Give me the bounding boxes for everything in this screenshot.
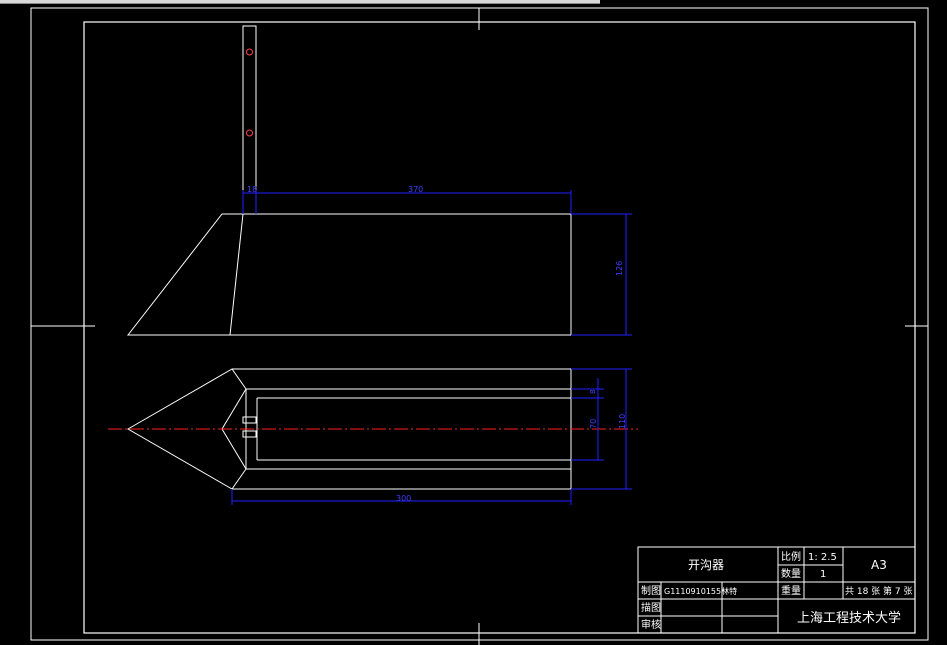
dim-outer-width: 110: [618, 414, 627, 429]
tb-weight-label: 重量: [781, 584, 801, 597]
tb-drawn-by-value: G1110910155林特: [664, 586, 737, 596]
tb-drawn-by-label: 制图: [641, 584, 661, 597]
dim-small-gap: 8: [589, 390, 597, 394]
tb-quantity-label: 数量: [781, 567, 801, 580]
tb-drafted-label: 描图: [641, 601, 661, 614]
dim-top-length: 370: [408, 185, 423, 194]
dim-bottom-length: 300: [396, 494, 411, 503]
tb-paper-size: A3: [871, 558, 887, 572]
tb-scale-label: 比例: [781, 550, 801, 563]
tb-part-name: 开沟器: [688, 558, 724, 572]
dim-right-height: 126: [615, 261, 624, 276]
cad-drawing-canvas[interactable]: 18 370 126 8 70 110 300 开沟器 比例 1: 2.5 数量…: [0, 0, 947, 645]
front-view-dimensions: [242, 190, 632, 336]
tb-reviewed-label: 审核: [641, 618, 661, 631]
tb-scale-value: 1: 2.5: [808, 552, 837, 563]
tb-school: 上海工程技术大学: [797, 610, 901, 626]
tb-sheet-info: 共 18 张 第 7 张: [845, 585, 912, 597]
front-view: [126, 25, 572, 336]
drawing-frame: [83, 21, 916, 634]
sheet-outer-border: [30, 7, 929, 641]
tb-quantity-value: 1: [820, 569, 826, 580]
dim-inner-width: 70: [589, 419, 598, 429]
dim-top-small: 18: [247, 185, 257, 194]
